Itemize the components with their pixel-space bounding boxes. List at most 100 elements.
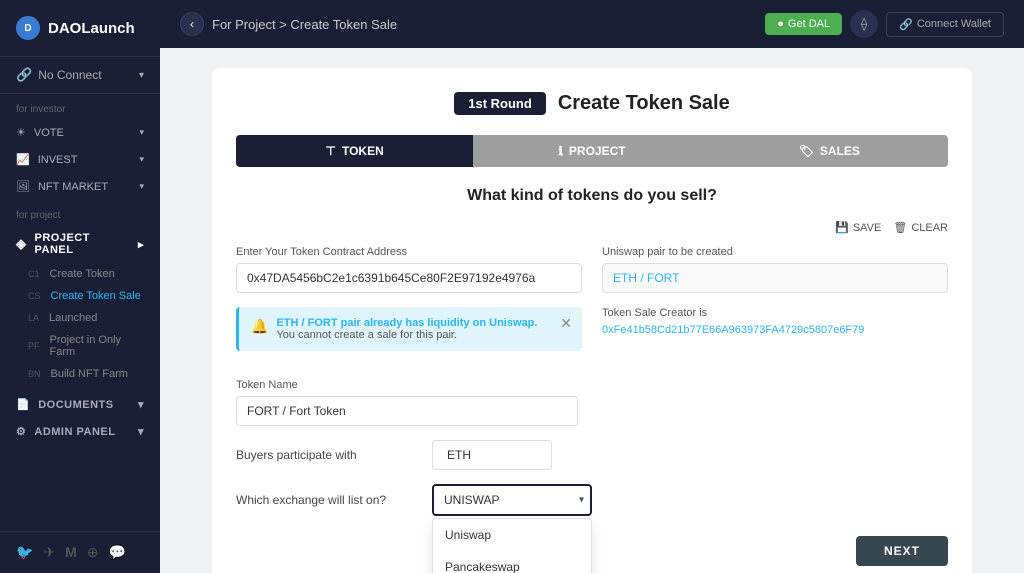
token-address-label: Enter Your Token Contract Address bbox=[236, 246, 582, 258]
connect-wallet-label: Connect Wallet bbox=[917, 18, 991, 30]
nft-icon: 🖼 bbox=[16, 180, 30, 193]
breadcrumb: ‹ For Project > Create Token Sale bbox=[180, 12, 397, 36]
sidebar-sub-create-token-sale[interactable]: CS Create Token Sale bbox=[0, 285, 160, 307]
nft-label: NFT MARKET bbox=[38, 181, 108, 193]
clear-icon: 🗑 bbox=[893, 221, 907, 234]
bell-icon: 🔔 bbox=[251, 318, 268, 335]
discord-icon[interactable]: 💬 bbox=[109, 544, 126, 561]
admin-icon: ⚙ bbox=[16, 425, 26, 438]
sidebar-item-documents[interactable]: 📄 DOCUMENTS ▾ bbox=[0, 391, 160, 418]
alert-text: ETH / FORT pair already has liquidity on… bbox=[276, 317, 537, 341]
option-pancakeswap[interactable]: Pancakeswap bbox=[433, 551, 591, 573]
invest-icon: 📈 bbox=[16, 153, 30, 166]
sidebar-item-project-panel[interactable]: ◈ PROJECT PANEL ▸ bbox=[0, 225, 160, 263]
telegram-icon[interactable]: ✈ bbox=[43, 544, 55, 561]
create-token-sale-badge: CS bbox=[28, 291, 41, 301]
uniswap-pair-value: ETH / FORT bbox=[602, 263, 948, 293]
exchange-row: Which exchange will list on? UNISWAP ▾ U… bbox=[236, 484, 948, 516]
token-address-col: Enter Your Token Contract Address bbox=[236, 246, 582, 293]
project-panel-icon: ◈ bbox=[16, 236, 27, 252]
token-name-label: Token Name bbox=[236, 379, 948, 391]
documents-icon: 📄 bbox=[16, 398, 30, 411]
section-project: for Project bbox=[0, 200, 160, 225]
clear-label: CLEAR bbox=[911, 222, 948, 234]
connect-label: No Connect bbox=[38, 68, 101, 82]
exchange-select[interactable]: UNISWAP bbox=[432, 484, 592, 516]
save-label: SAVE bbox=[853, 222, 882, 234]
eth-symbol: ⟠ bbox=[861, 16, 867, 32]
sidebar-sub-launched[interactable]: LA Launched bbox=[0, 307, 160, 329]
sales-tab-label: SALES bbox=[820, 144, 860, 158]
tab-project[interactable]: ℹ PROJECT bbox=[473, 135, 710, 167]
steps-tabs: ⊤ TOKEN ℹ PROJECT 🏷 SALES bbox=[236, 135, 948, 167]
github-icon[interactable]: ⊕ bbox=[87, 544, 99, 561]
vote-icon: ☀ bbox=[16, 126, 26, 139]
admin-arrow: ▾ bbox=[138, 425, 144, 438]
back-button[interactable]: ‹ bbox=[180, 12, 204, 36]
get-dal-label: Get DAL bbox=[788, 18, 830, 30]
sidebar-item-vote[interactable]: ☀ VOTE ▾ bbox=[0, 119, 160, 146]
exchange-dropdown: Uniswap Pancakeswap bbox=[432, 518, 592, 573]
sidebar-connect[interactable]: 🔗 No Connect ▾ bbox=[0, 57, 160, 94]
coin-icon: ● bbox=[777, 18, 784, 30]
create-token-sale-label: Create Token Sale bbox=[51, 290, 141, 302]
round-header: 1st Round Create Token Sale bbox=[236, 92, 948, 115]
form-actions: 💾 SAVE 🗑 CLEAR bbox=[236, 221, 948, 234]
round-badge: 1st Round bbox=[454, 92, 546, 115]
sidebar: D DAOLaunch 🔗 No Connect ▾ for Investor … bbox=[0, 0, 160, 573]
section-investor: for Investor bbox=[0, 94, 160, 119]
launched-badge: LA bbox=[28, 313, 39, 323]
eth-icon-button[interactable]: ⟠ bbox=[850, 10, 878, 38]
medium-icon[interactable]: M bbox=[65, 544, 77, 561]
uniswap-pair-col: Uniswap pair to be created ETH / FORT bbox=[602, 246, 948, 293]
project-panel-label: PROJECT PANEL bbox=[35, 232, 130, 256]
tab-sales[interactable]: 🏷 SALES bbox=[711, 135, 948, 167]
build-nft-farm-badge: BN bbox=[28, 369, 41, 379]
sidebar-item-nft-market[interactable]: 🖼 NFT MARKET ▾ bbox=[0, 173, 160, 200]
alert-close-button[interactable]: ✕ bbox=[560, 315, 572, 332]
sidebar-logo-text: DAOLaunch bbox=[48, 20, 135, 37]
tab-token[interactable]: ⊤ TOKEN bbox=[236, 135, 473, 167]
sidebar-item-admin-panel[interactable]: ⚙ ADMIN PANEL ▾ bbox=[0, 418, 160, 445]
connect-wallet-button[interactable]: 🔗 Connect Wallet bbox=[886, 12, 1004, 37]
buyers-row: Buyers participate with ETH bbox=[236, 440, 948, 470]
sidebar-sub-create-token[interactable]: C1 Create Token bbox=[0, 263, 160, 285]
logo-icon: D bbox=[16, 16, 40, 40]
buyers-value: ETH bbox=[432, 440, 552, 470]
token-address-row: Enter Your Token Contract Address Uniswa… bbox=[236, 246, 948, 293]
token-name-row: Token Name bbox=[236, 379, 948, 426]
exchange-label: Which exchange will list on? bbox=[236, 493, 416, 507]
exchange-select-wrapper: UNISWAP ▾ Uniswap Pancakeswap bbox=[432, 484, 592, 516]
get-dal-button[interactable]: ● Get DAL bbox=[765, 13, 842, 35]
creator-address: 0xFe41b58Cd21b77E66A963973FA4729c5807e6F… bbox=[602, 324, 948, 336]
sidebar-item-invest[interactable]: 📈 INVEST ▾ bbox=[0, 146, 160, 173]
create-token-badge: C1 bbox=[28, 269, 40, 279]
project-only-farm-label: Project in Only Farm bbox=[50, 334, 144, 358]
connect-icon: 🔗 bbox=[16, 67, 32, 83]
twitter-icon[interactable]: 🐦 bbox=[16, 544, 33, 561]
topbar-actions: ● Get DAL ⟠ 🔗 Connect Wallet bbox=[765, 10, 1004, 38]
token-address-input[interactable] bbox=[236, 263, 582, 293]
save-button[interactable]: 💾 SAVE bbox=[835, 221, 881, 234]
token-tab-icon: ⊤ bbox=[326, 144, 336, 158]
documents-label: DOCUMENTS bbox=[38, 399, 113, 411]
build-nft-farm-label: Build NFT Farm bbox=[51, 368, 128, 380]
next-button[interactable]: NEXT bbox=[856, 536, 948, 566]
alert-creator-row: 🔔 ETH / FORT pair already has liquidity … bbox=[236, 307, 948, 365]
project-panel-arrow: ▸ bbox=[138, 238, 144, 251]
nft-arrow: ▾ bbox=[139, 181, 144, 192]
connect-arrow: ▾ bbox=[139, 70, 144, 81]
creator-col: Token Sale Creator is 0xFe41b58Cd21b77E6… bbox=[602, 307, 948, 365]
token-name-input[interactable] bbox=[236, 396, 578, 426]
vote-arrow: ▾ bbox=[139, 127, 144, 138]
sidebar-footer: 🐦 ✈ M ⊕ 💬 bbox=[0, 531, 160, 573]
sidebar-sub-project-only-farm[interactable]: PF Project in Only Farm bbox=[0, 329, 160, 363]
vote-label: VOTE bbox=[34, 127, 64, 139]
sales-tab-icon: 🏷 bbox=[799, 144, 814, 158]
main: ‹ For Project > Create Token Sale ● Get … bbox=[160, 0, 1024, 573]
option-uniswap[interactable]: Uniswap bbox=[433, 519, 591, 551]
launched-label: Launched bbox=[49, 312, 97, 324]
clear-button[interactable]: 🗑 CLEAR bbox=[893, 221, 948, 234]
admin-label: ADMIN PANEL bbox=[34, 426, 115, 438]
sidebar-sub-build-nft-farm[interactable]: BN Build NFT Farm bbox=[0, 363, 160, 385]
